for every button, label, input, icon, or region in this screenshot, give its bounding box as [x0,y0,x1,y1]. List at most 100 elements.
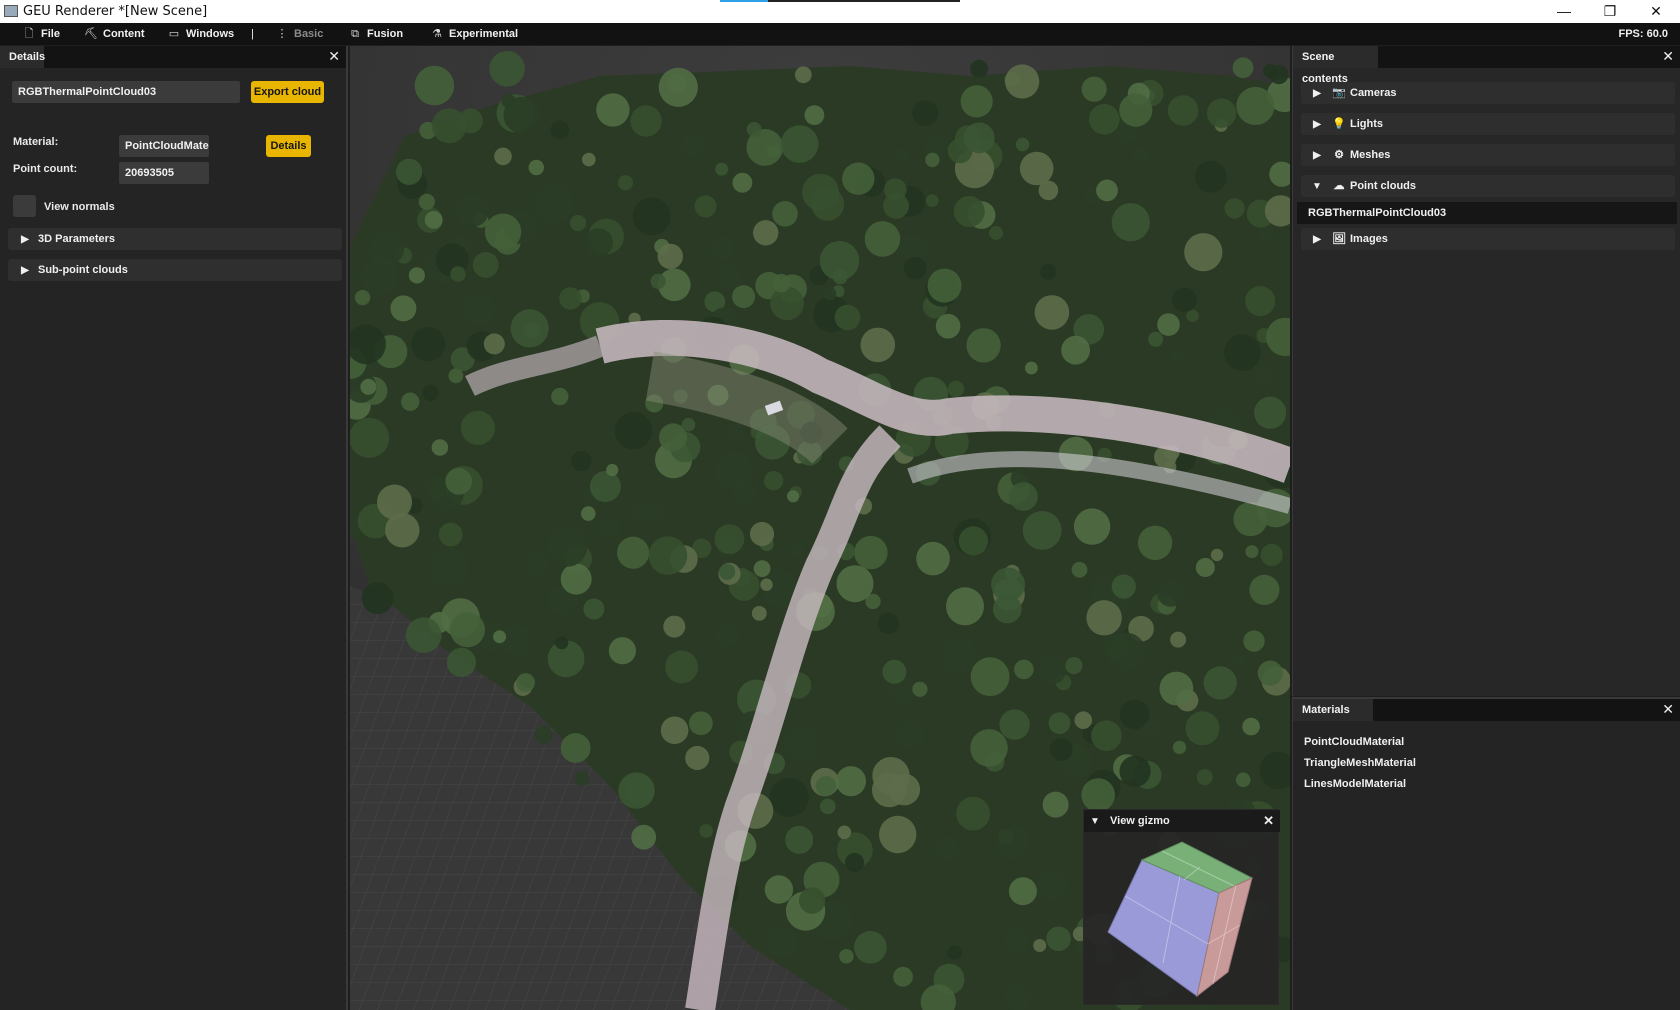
tree-node-meshes[interactable]: ▶ ⚙ Meshes [1301,144,1675,166]
tree-node-lights[interactable]: ▶ 💡 Lights [1301,113,1675,135]
tree-clump [658,67,698,107]
tree-clump [660,716,689,745]
section-sub-point-clouds-label: Sub-point clouds [38,264,128,276]
tree-clump [1235,772,1251,788]
materials-close-icon[interactable]: ✕ [1662,701,1674,717]
tree-node-meshes-label: Meshes [1350,149,1391,161]
tree-clump [925,194,939,208]
tree-clump [1233,502,1268,537]
tree-clump [1119,93,1153,127]
tree-clump [895,147,910,163]
menu-file[interactable]: 🗋 File [22,23,60,45]
view-gizmo-header[interactable]: ▼ View gizmo ✕ [1084,810,1280,832]
tree-clump [431,439,449,456]
tree-clump [408,267,425,284]
tree-clump [1143,719,1160,737]
tree-clump [1086,600,1122,636]
tree-clump [1111,203,1150,242]
tree-clump [631,824,657,850]
tree-clump [884,178,907,201]
tree-clump [1049,738,1073,761]
tree-clump [935,313,961,339]
tree-clump [714,451,752,489]
close-window-button[interactable]: ✕ [1633,0,1679,23]
material-item[interactable]: PointCloudMaterial [1304,736,1404,748]
tab-materials[interactable]: Materials [1293,699,1373,721]
tree-clump [418,193,435,210]
tree-clump [390,295,417,322]
tree-clump [714,524,745,555]
tree-clump [970,59,988,78]
tree-clump [834,304,861,331]
tree-clump [845,852,864,872]
tree-clump [582,152,596,167]
chevron-right-icon: ▶ [1313,150,1321,161]
menu-basic[interactable]: ⋮ Basic [275,23,324,45]
tree-clump [785,825,814,854]
tree-clump [1195,558,1215,577]
export-cloud-button[interactable]: Export cloud [251,81,324,103]
tree-clump [953,196,985,227]
material-item[interactable]: TriangleMeshMaterial [1304,757,1416,769]
scene-close-icon[interactable]: ✕ [1662,48,1674,64]
material-label: Material: [13,136,59,148]
tree-node-images[interactable]: ▶ 🖼 Images [1301,228,1675,250]
tree-clump [1042,791,1069,818]
tree-clump [719,265,743,289]
tree-clump [753,560,771,577]
cloud-name-field[interactable]: RGBThermalPointCloud03 [12,81,240,103]
tree-clump [663,615,686,638]
gizmo-close-icon[interactable]: ✕ [1263,810,1274,832]
tree-clump [1184,233,1223,272]
tree-clump [842,162,875,195]
tree-node-cameras[interactable]: ▶ 📷 Cameras [1301,82,1675,104]
menu-content[interactable]: ⛏ Content [84,23,145,45]
tree-clump [1185,711,1220,746]
tab-scene-contents[interactable]: Scene contents [1293,46,1378,85]
material-field[interactable]: PointCloudMater [119,135,209,157]
tree-clump [1170,350,1185,364]
tree-clump [1025,361,1038,375]
tree-node-point-clouds[interactable]: ▼ ☁ Point clouds [1301,175,1675,197]
tree-clump [1089,104,1120,135]
tree-clump [630,105,662,137]
tree-clump [598,516,620,538]
menu-experimental[interactable]: ⚗ Experimental [430,23,518,45]
tree-clump [764,471,784,491]
tree-clump [970,729,1008,767]
section-sub-point-clouds[interactable]: ▶ Sub-point clouds [8,259,342,281]
tree-clump [711,236,735,261]
tree-clump [732,285,756,309]
restore-button[interactable]: ❐ [1587,0,1633,23]
tree-clump [614,411,653,450]
tree-clump [1242,717,1260,736]
view-gizmo-window[interactable]: ▼ View gizmo ✕ [1083,809,1280,1006]
tree-clump [483,333,505,355]
tree-clump [405,617,442,653]
tree-clump [350,417,390,458]
material-item[interactable]: LinesModelMaterial [1304,778,1406,790]
tree-clump [780,125,819,163]
tree-clump [1223,334,1261,371]
menu-windows[interactable]: ▭ Windows [167,23,234,45]
section-3d-parameters[interactable]: ▶ 3D Parameters [8,228,342,250]
tree-clump [991,567,1026,602]
tree-node-images-label: Images [1350,233,1388,245]
orientation-cube[interactable] [1084,832,1280,1006]
tree-clump [1245,286,1276,317]
tree-clump [804,105,825,125]
tree-clump [1022,511,1062,550]
minimize-button[interactable]: — [1541,0,1587,23]
view-normals-checkbox[interactable] [13,195,36,217]
tree-clump [1015,137,1030,152]
tree-clump [815,776,836,797]
material-details-button[interactable]: Details [266,135,311,157]
tab-details[interactable]: Details [0,46,45,68]
details-close-icon[interactable]: ✕ [328,48,340,64]
tree-clump [787,490,800,503]
tree-clump [571,450,592,472]
tree-clump [560,563,592,595]
menu-fusion[interactable]: ⧉ Fusion [348,23,403,45]
tree-clump [879,815,917,854]
tree-item-point-cloud[interactable]: RGBThermalPointCloud03 [1297,202,1677,224]
